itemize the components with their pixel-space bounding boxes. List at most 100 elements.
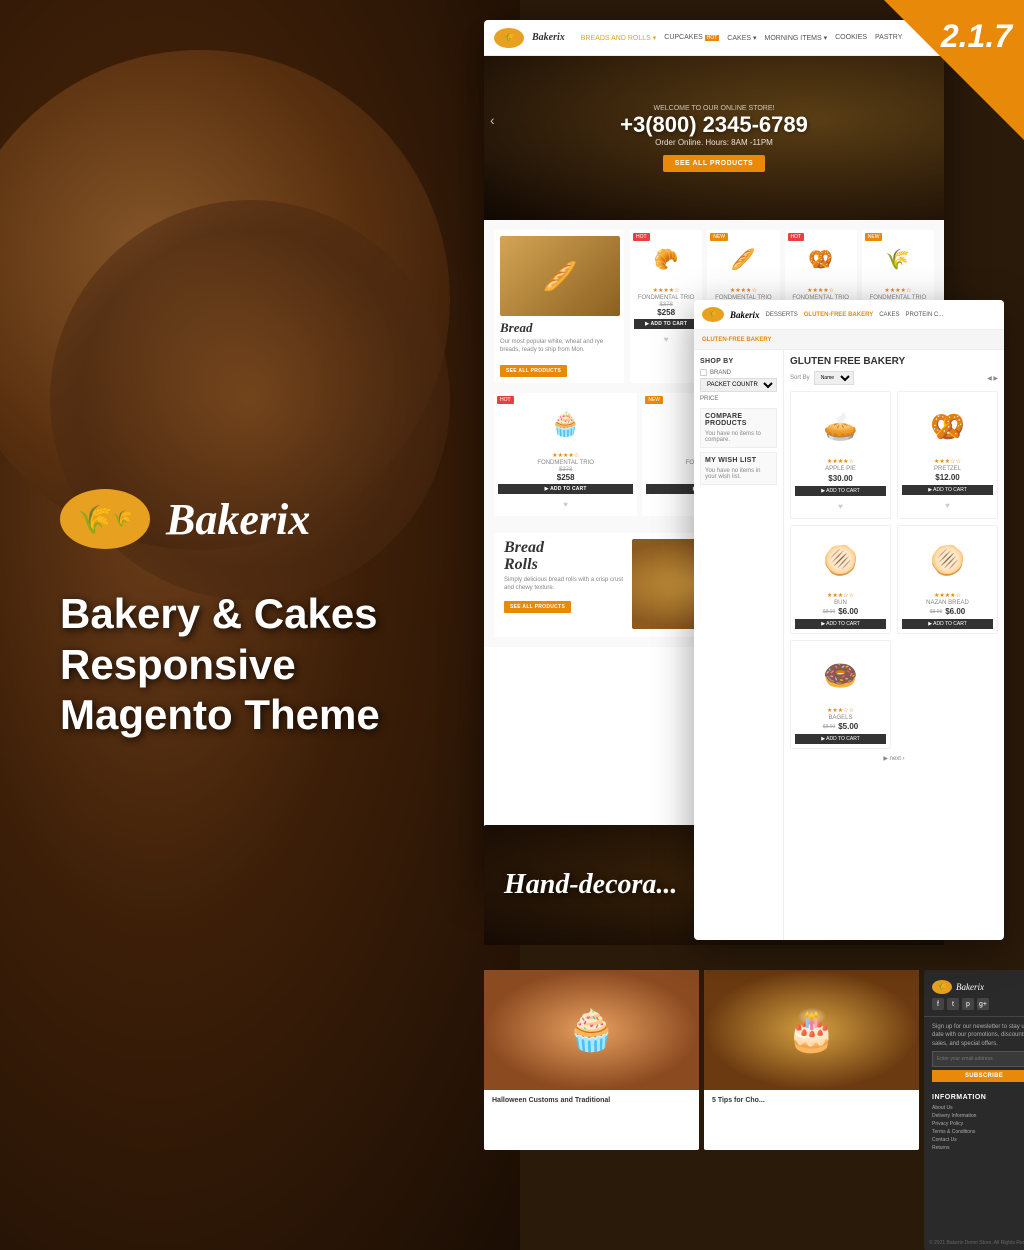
new-badge-4: NEW (865, 233, 883, 241)
cupcake-img-1: 🧁 (498, 397, 633, 452)
add-cart-1[interactable]: ▶ ADD TO CART (634, 319, 698, 329)
bread-img-2: 🥖 (711, 234, 775, 284)
newsletter-email-input[interactable] (932, 1051, 1024, 1067)
next-page[interactable]: ▶ next › (790, 755, 998, 762)
left-panel: 🌾 Bakerix Bakery & Cakes Responsive Mage… (0, 0, 490, 1250)
welcome-text: WELCOME TO OUR ONLINE STORE! (654, 105, 775, 112)
bread-section-desc: Our most popular white, wheat and rye br… (500, 339, 618, 355)
hand-decorated-text: Hand-decora... (504, 869, 677, 901)
footer-logo-row: 🌾 Bakerix (932, 980, 1024, 994)
version-text: 2.1.7 (941, 18, 1012, 55)
footer-link-privacy[interactable]: Privacy Policy (932, 1121, 1024, 1127)
bun-old-price: $8.00 (823, 609, 836, 615)
twitter-icon[interactable]: t (947, 998, 959, 1010)
stars-1: ★★★★☆ (634, 287, 698, 294)
facebook-icon[interactable]: f (932, 998, 944, 1010)
bread-rolls-title: BreadRolls (504, 539, 624, 574)
nazan-stars: ★★★★☆ (902, 592, 993, 599)
gluten-product-bagels: 🍩 ★★★☆☆ BAGELS $8.00 $5.00 ▶ ADD TO CART (790, 640, 891, 749)
pinterest-icon[interactable]: p (962, 998, 974, 1010)
tagline-line2: Responsive (60, 640, 380, 690)
subscribe-button[interactable]: SUBSCRIBE (932, 1070, 1024, 1082)
footer-link-contact[interactable]: Contact Us (932, 1137, 1024, 1143)
nazan-price-row: $8.00 $6.00 (902, 607, 993, 616)
apple-pie-wishlist[interactable]: ♥ (838, 502, 843, 511)
alt-sidebar: SHOP BY BRAND PACKET COUNTRY PRICE COMPA… (694, 350, 784, 940)
sort-select[interactable]: Name Price (814, 371, 854, 385)
bun-add-cart[interactable]: ▶ ADD TO CART (795, 619, 886, 629)
nav-item-pastry[interactable]: PASTRY (875, 34, 902, 42)
gluten-free-mockup: 🌾 Bakerix DESSERTS GLUTEN-FREE BAKERY CA… (694, 300, 1004, 940)
apple-pie-add-cart[interactable]: ▶ ADD TO CART (795, 486, 886, 496)
hero-prev-arrow[interactable]: ‹ (490, 112, 495, 128)
bagels-add-cart[interactable]: ▶ ADD TO CART (795, 734, 886, 744)
shop-by-title: SHOP BY (700, 358, 777, 365)
price-label: PRICE (700, 396, 718, 402)
bread-rolls-see-all[interactable]: SEE ALL PRODUCTS (504, 601, 571, 613)
country-select[interactable]: PACKET COUNTRY (700, 378, 777, 392)
pretzel-add-cart[interactable]: ▶ ADD TO CART (902, 485, 993, 495)
nazan-name: NAZAN BREAD (902, 600, 993, 606)
apple-pie-price: $30.00 (828, 474, 852, 483)
brand-checkbox[interactable] (700, 369, 707, 376)
right-panel: 🌾 Bakerix BREADS AND ROLLS ▾ CUPCAKES HO… (464, 0, 1024, 1250)
pretzel-price: $12.00 (935, 473, 959, 482)
gluten-product-nazan: 🫓 ★★★★☆ NAZAN BREAD $8.00 $6.00 ▶ ADD TO… (897, 525, 998, 634)
footer-link-returns[interactable]: Returns (932, 1145, 1024, 1151)
bread-img-1: 🥐 (634, 234, 698, 284)
sort-label: Sort By (790, 375, 810, 381)
bread-main-image: 🥖 (500, 236, 620, 316)
nav-logo: 🌾 (494, 28, 524, 48)
pretzel-stars: ★★★☆☆ (902, 458, 993, 465)
alt-nav-desserts[interactable]: DESSERTS (766, 312, 798, 318)
brand-filter: BRAND (700, 369, 777, 376)
footer-link-about[interactable]: About Us (932, 1105, 1024, 1111)
alt-nav-items[interactable]: DESSERTS GLUTEN-FREE BAKERY CAKES PROTEI… (766, 312, 944, 318)
tagline: Bakery & Cakes Responsive Magento Theme (60, 589, 380, 740)
cupcake-add-cart-1[interactable]: ▶ ADD TO CART (498, 484, 633, 494)
gplus-icon[interactable]: g+ (977, 998, 989, 1010)
compare-title: COMPARE PRODUCTS (705, 413, 772, 427)
bread-see-all[interactable]: SEE ALL PRODUCTS (500, 365, 567, 377)
nav-item-morning[interactable]: MORNING ITEMS ▾ (765, 34, 828, 42)
hero-cta-button[interactable]: SEE ALL PRODUCTS (663, 155, 765, 172)
compare-section: COMPARE PRODUCTS You have no items to co… (700, 408, 777, 448)
blog-post-1: 🧁 Halloween Customs and Traditional (484, 970, 699, 1150)
footer-link-delivery[interactable]: Delivery Information (932, 1113, 1024, 1119)
bread-img-4: 🌾 (866, 234, 930, 284)
footer-mockup: 🌾 Bakerix f t p g+ Sign up for our newsl… (924, 970, 1024, 1250)
gluten-product-pretzel: 🥨 ★★★☆☆ PRETZEL $12.00 ▶ ADD TO CART ♥ (897, 391, 998, 519)
nazan-old-price: $8.00 (930, 609, 943, 615)
pretzel-price-row: $12.00 (902, 473, 993, 482)
nav-item-cakes[interactable]: CAKES ▾ (727, 34, 756, 42)
alt-nav-logo: 🌾 (702, 307, 724, 322)
apple-pie-price-row: $30.00 (795, 474, 886, 483)
cupcake-name-1: FONDMENTAL TRIO (498, 460, 633, 466)
alt-nav-gluten[interactable]: GLUTEN-FREE BAKERY (804, 312, 873, 318)
wishlist-1[interactable]: ♥ (664, 335, 669, 344)
nav-item-breads[interactable]: BREADS AND ROLLS ▾ (581, 34, 656, 42)
newsletter-text: Sign up for our newsletter to stay up to… (932, 1024, 1024, 1047)
bread-img-3: 🥨 (789, 234, 853, 284)
pretzel-wishlist[interactable]: ♥ (945, 501, 950, 510)
alt-toolbar: Sort By Name Price ◀ ▶ (790, 371, 998, 385)
blog-title-2: 5 Tips for Cho... (704, 1090, 919, 1111)
nav-items[interactable]: BREADS AND ROLLS ▾ CUPCAKES HOT CAKES ▾ … (581, 34, 903, 42)
cupcake-wishlist-1[interactable]: ♥ (563, 500, 568, 509)
gluten-products-grid: 🥧 ★★★★☆ APPLE PIE $30.00 ▶ ADD TO CART ♥… (790, 391, 998, 749)
blog-img-2: 🎂 (704, 970, 919, 1090)
footer-link-terms[interactable]: Terms & Conditions (932, 1129, 1024, 1135)
alt-nav-protein[interactable]: PROTEIN C... (906, 312, 944, 318)
bagels-old-price: $8.00 (823, 724, 836, 730)
nav-item-cookies[interactable]: COOKIES (835, 34, 867, 42)
new-badge-2: NEW (710, 233, 728, 241)
gluten-product-bun: 🫓 ★★★☆☆ BUN $8.00 $6.00 ▶ ADD TO CART (790, 525, 891, 634)
alt-nav-cakes[interactable]: CAKES (879, 312, 899, 318)
footer-newsletter: Sign up for our newsletter to stay up to… (924, 1017, 1024, 1088)
bread-product-1: HOT 🥐 ★★★★☆ FONDMENTAL TRIO $378 $258 ▶ … (630, 230, 702, 383)
wishlist-text: You have no items in your wish list. (705, 468, 760, 480)
stars-3: ★★★★☆ (789, 287, 853, 294)
nav-item-cupcakes[interactable]: CUPCAKES HOT (664, 34, 719, 42)
nazan-add-cart[interactable]: ▶ ADD TO CART (902, 619, 993, 629)
footer-social: f t p g+ (932, 998, 1024, 1010)
